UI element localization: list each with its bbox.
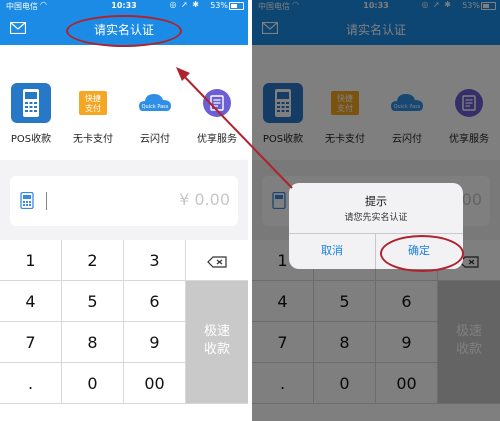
- annotation-arrow: [176, 67, 293, 189]
